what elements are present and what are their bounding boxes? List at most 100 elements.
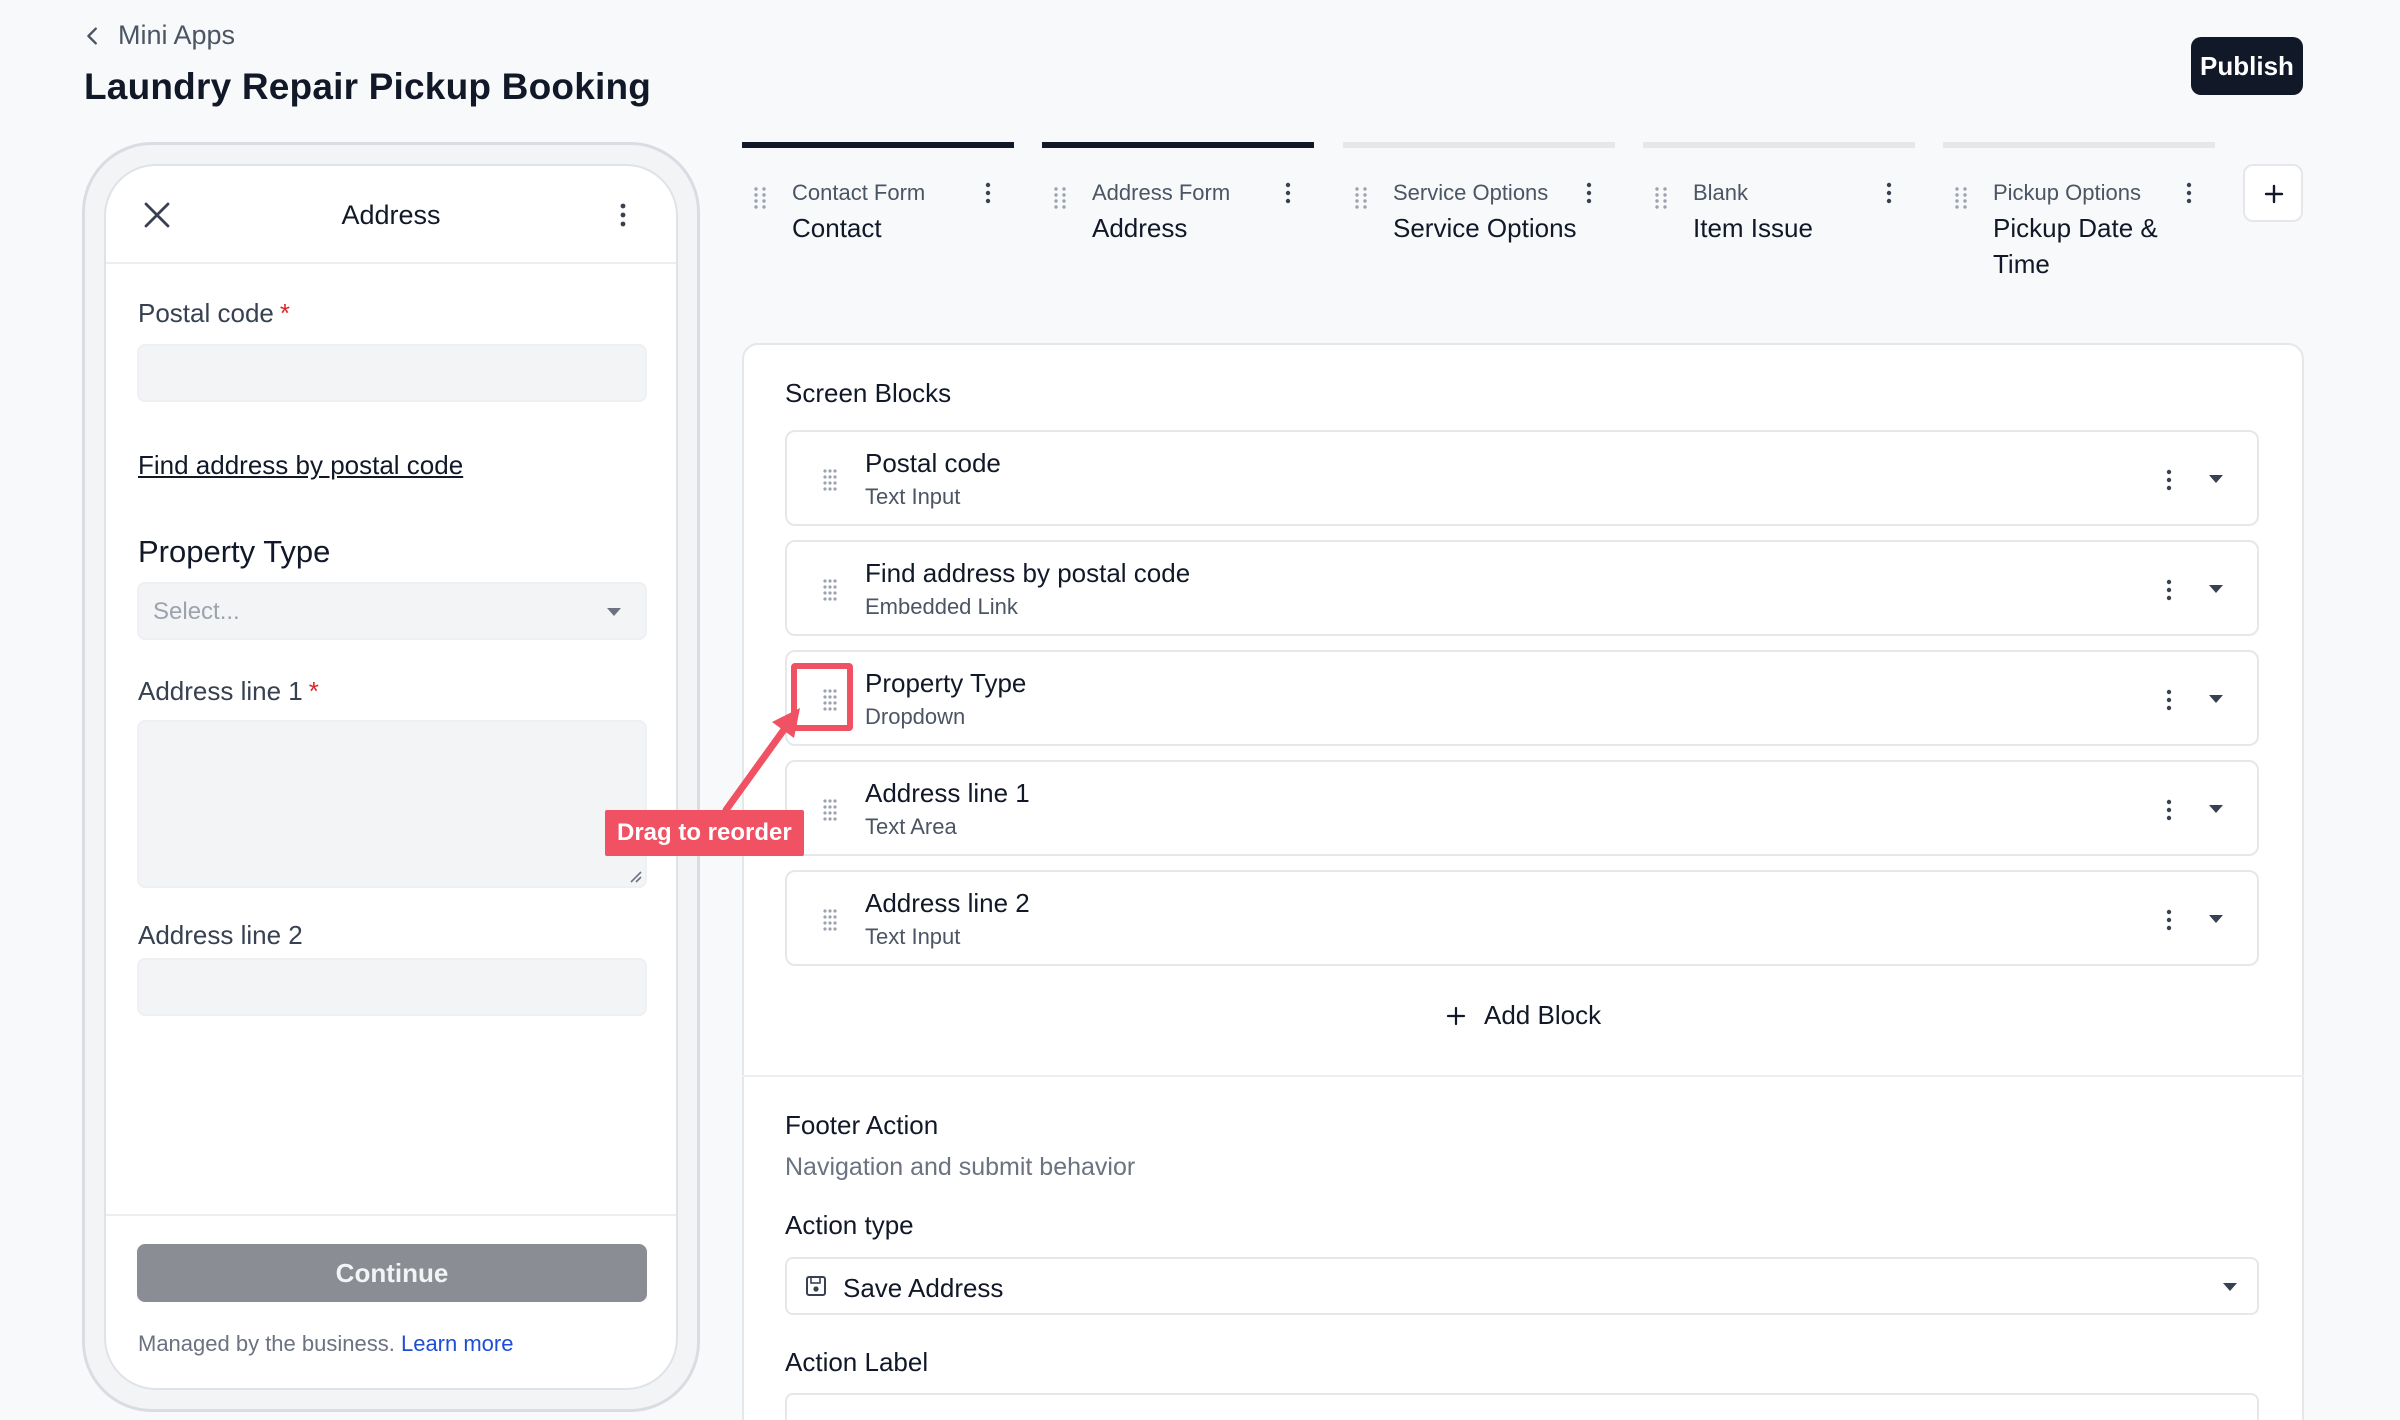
property-type-label: Property Type [138, 534, 331, 569]
tab-3[interactable]: Service Options Service Options [1343, 142, 1615, 292]
screen-block[interactable]: Property Type Dropdown [785, 650, 2259, 746]
plus-icon [2264, 184, 2284, 204]
continue-button[interactable]: Continue [137, 1244, 647, 1302]
tab-2[interactable]: Address Form Address [1042, 142, 1314, 292]
required-mark: * [279, 298, 290, 328]
property-type-placeholder: Select... [153, 598, 240, 625]
panel-divider [742, 1075, 2304, 1077]
more-vertical-icon[interactable] [2165, 688, 2173, 712]
phone-screen: Address Postal code * Find address by pos… [104, 164, 678, 1390]
action-label-input[interactable] [785, 1393, 2259, 1420]
managed-by-text: Managed by the business. Learn more [138, 1331, 514, 1356]
action-label-title: Action Label [785, 1347, 929, 1377]
drag-handle-icon[interactable] [821, 468, 839, 492]
tab-screen-name: Contact [792, 213, 882, 243]
more-vertical-icon[interactable] [2165, 468, 2173, 492]
tab-screen-name: Service Options [1393, 213, 1577, 243]
caret-down-icon[interactable] [2207, 582, 2225, 596]
add-screen-button[interactable] [2243, 164, 2303, 222]
tab-indicator [1042, 142, 1314, 148]
caret-down-icon[interactable] [2207, 692, 2225, 706]
preview-header: Address [106, 166, 676, 264]
back-to-mini-apps-link[interactable]: Mini Apps [82, 20, 235, 51]
screen-blocks-title: Screen Blocks [785, 378, 952, 408]
resize-handle-icon[interactable] [627, 868, 643, 884]
more-vertical-icon[interactable] [1585, 182, 1593, 204]
add-block-button[interactable]: Add Block [1446, 1000, 1601, 1031]
find-address-link[interactable]: Find address by postal code [138, 450, 463, 481]
block-title: Postal code [865, 448, 1001, 478]
tab-indicator [742, 142, 1014, 148]
block-type: Dropdown [865, 704, 966, 729]
more-vertical-icon[interactable] [2185, 182, 2193, 204]
tab-indicator [1343, 142, 1615, 148]
drag-handle-icon[interactable] [1653, 186, 1669, 210]
drag-handle-icon[interactable] [821, 798, 839, 822]
tab-screen-name: Item Issue [1693, 213, 1813, 243]
more-vertical-icon[interactable] [2165, 798, 2173, 822]
footer-action-title: Footer Action [785, 1110, 939, 1140]
tab-4[interactable]: Blank Item Issue [1643, 142, 1915, 292]
screen-block[interactable]: Address line 1 Text Area [785, 760, 2259, 856]
tab-screen-name: Pickup Date & Time [1993, 213, 2158, 279]
caret-down-icon[interactable] [2207, 802, 2225, 816]
drag-handle-icon[interactable] [1353, 186, 1369, 210]
screen-block[interactable]: Address line 2 Text Input [785, 870, 2259, 966]
plus-icon [1446, 1006, 1466, 1025]
required-mark: * [308, 676, 319, 706]
tab-type-label: Address Form [1092, 180, 1231, 205]
block-title: Find address by postal code [865, 558, 1191, 588]
tab-indicator [1943, 142, 2215, 148]
tab-1[interactable]: Contact Form Contact [742, 142, 1014, 292]
screen-block[interactable]: Find address by postal code Embedded Link [785, 540, 2259, 636]
postal-code-input[interactable] [137, 344, 647, 402]
address-line-1-textarea[interactable] [137, 720, 647, 888]
caret-down-icon[interactable] [2207, 912, 2225, 926]
learn-more-link[interactable]: Learn more [401, 1331, 514, 1356]
screen-block[interactable]: Postal code Text Input [785, 430, 2259, 526]
block-title: Address line 2 [865, 888, 1030, 918]
footer-action-subtitle: Navigation and submit behavior [785, 1153, 1136, 1181]
drag-handle-icon[interactable] [1052, 186, 1068, 210]
postal-code-label: Postal code * [138, 298, 290, 328]
more-vertical-icon[interactable] [984, 182, 992, 204]
more-vertical-icon[interactable] [2165, 578, 2173, 602]
action-type-select[interactable]: Save Address [785, 1257, 2259, 1315]
block-title: Property Type [865, 668, 1027, 698]
caret-down-icon [2223, 1283, 2237, 1291]
more-vertical-icon[interactable] [618, 202, 628, 228]
drag-handle-icon[interactable] [752, 186, 768, 210]
property-type-select[interactable]: Select... [137, 582, 647, 640]
tab-type-label: Pickup Options [1993, 180, 2141, 205]
tab-type-label: Contact Form [792, 180, 926, 205]
back-link-label: Mini Apps [118, 20, 236, 50]
annotation-arrow [722, 708, 800, 814]
caret-down-icon[interactable] [2207, 472, 2225, 486]
preview-footer-divider [106, 1214, 676, 1216]
preview-screen-title: Address [341, 200, 441, 230]
caret-down-icon [607, 608, 621, 616]
block-type: Embedded Link [865, 594, 1018, 619]
chevron-left-icon [87, 26, 97, 45]
tab-type-label: Blank [1693, 180, 1749, 205]
tab-indicator [1643, 142, 1915, 148]
address-line-2-label: Address line 2 [138, 920, 303, 950]
page-title: Laundry Repair Pickup Booking [84, 66, 652, 107]
add-block-label: Add Block [1484, 1000, 1602, 1030]
more-vertical-icon[interactable] [2165, 908, 2173, 932]
save-icon [806, 1276, 826, 1296]
drag-handle-icon[interactable] [821, 908, 839, 932]
action-type-label: Action type [785, 1210, 914, 1240]
more-vertical-icon[interactable] [1284, 182, 1292, 204]
tab-screen-name: Address [1092, 213, 1188, 243]
publish-button[interactable]: Publish [2191, 37, 2303, 95]
tab-5[interactable]: Pickup Options Pickup Date & Time [1943, 142, 2215, 292]
block-type: Text Input [865, 924, 961, 949]
address-line-2-input[interactable] [137, 958, 647, 1016]
more-vertical-icon[interactable] [1885, 182, 1893, 204]
drag-handle-icon[interactable] [1953, 186, 1969, 210]
drag-handle-icon[interactable] [821, 578, 839, 602]
drag-to-reorder-callout: Drag to reorder [605, 810, 804, 856]
address-line-1-label: Address line 1 * [138, 676, 319, 706]
tab-type-label: Service Options [1393, 180, 1549, 205]
